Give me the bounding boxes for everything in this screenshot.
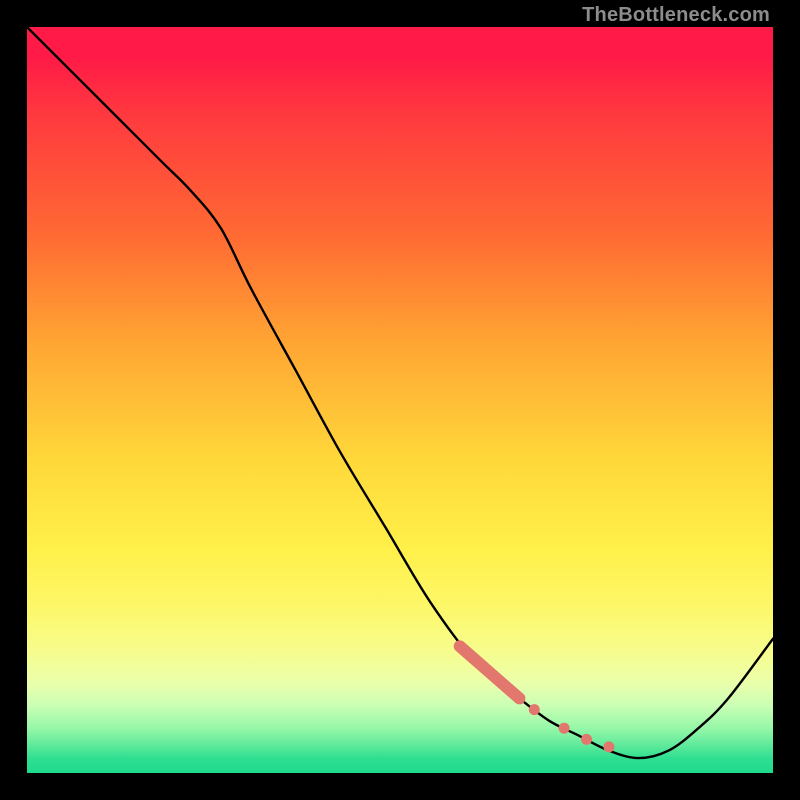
plot-background-gradient [27,27,773,773]
watermark-text: TheBottleneck.com [582,4,770,27]
chart-frame [27,27,773,773]
